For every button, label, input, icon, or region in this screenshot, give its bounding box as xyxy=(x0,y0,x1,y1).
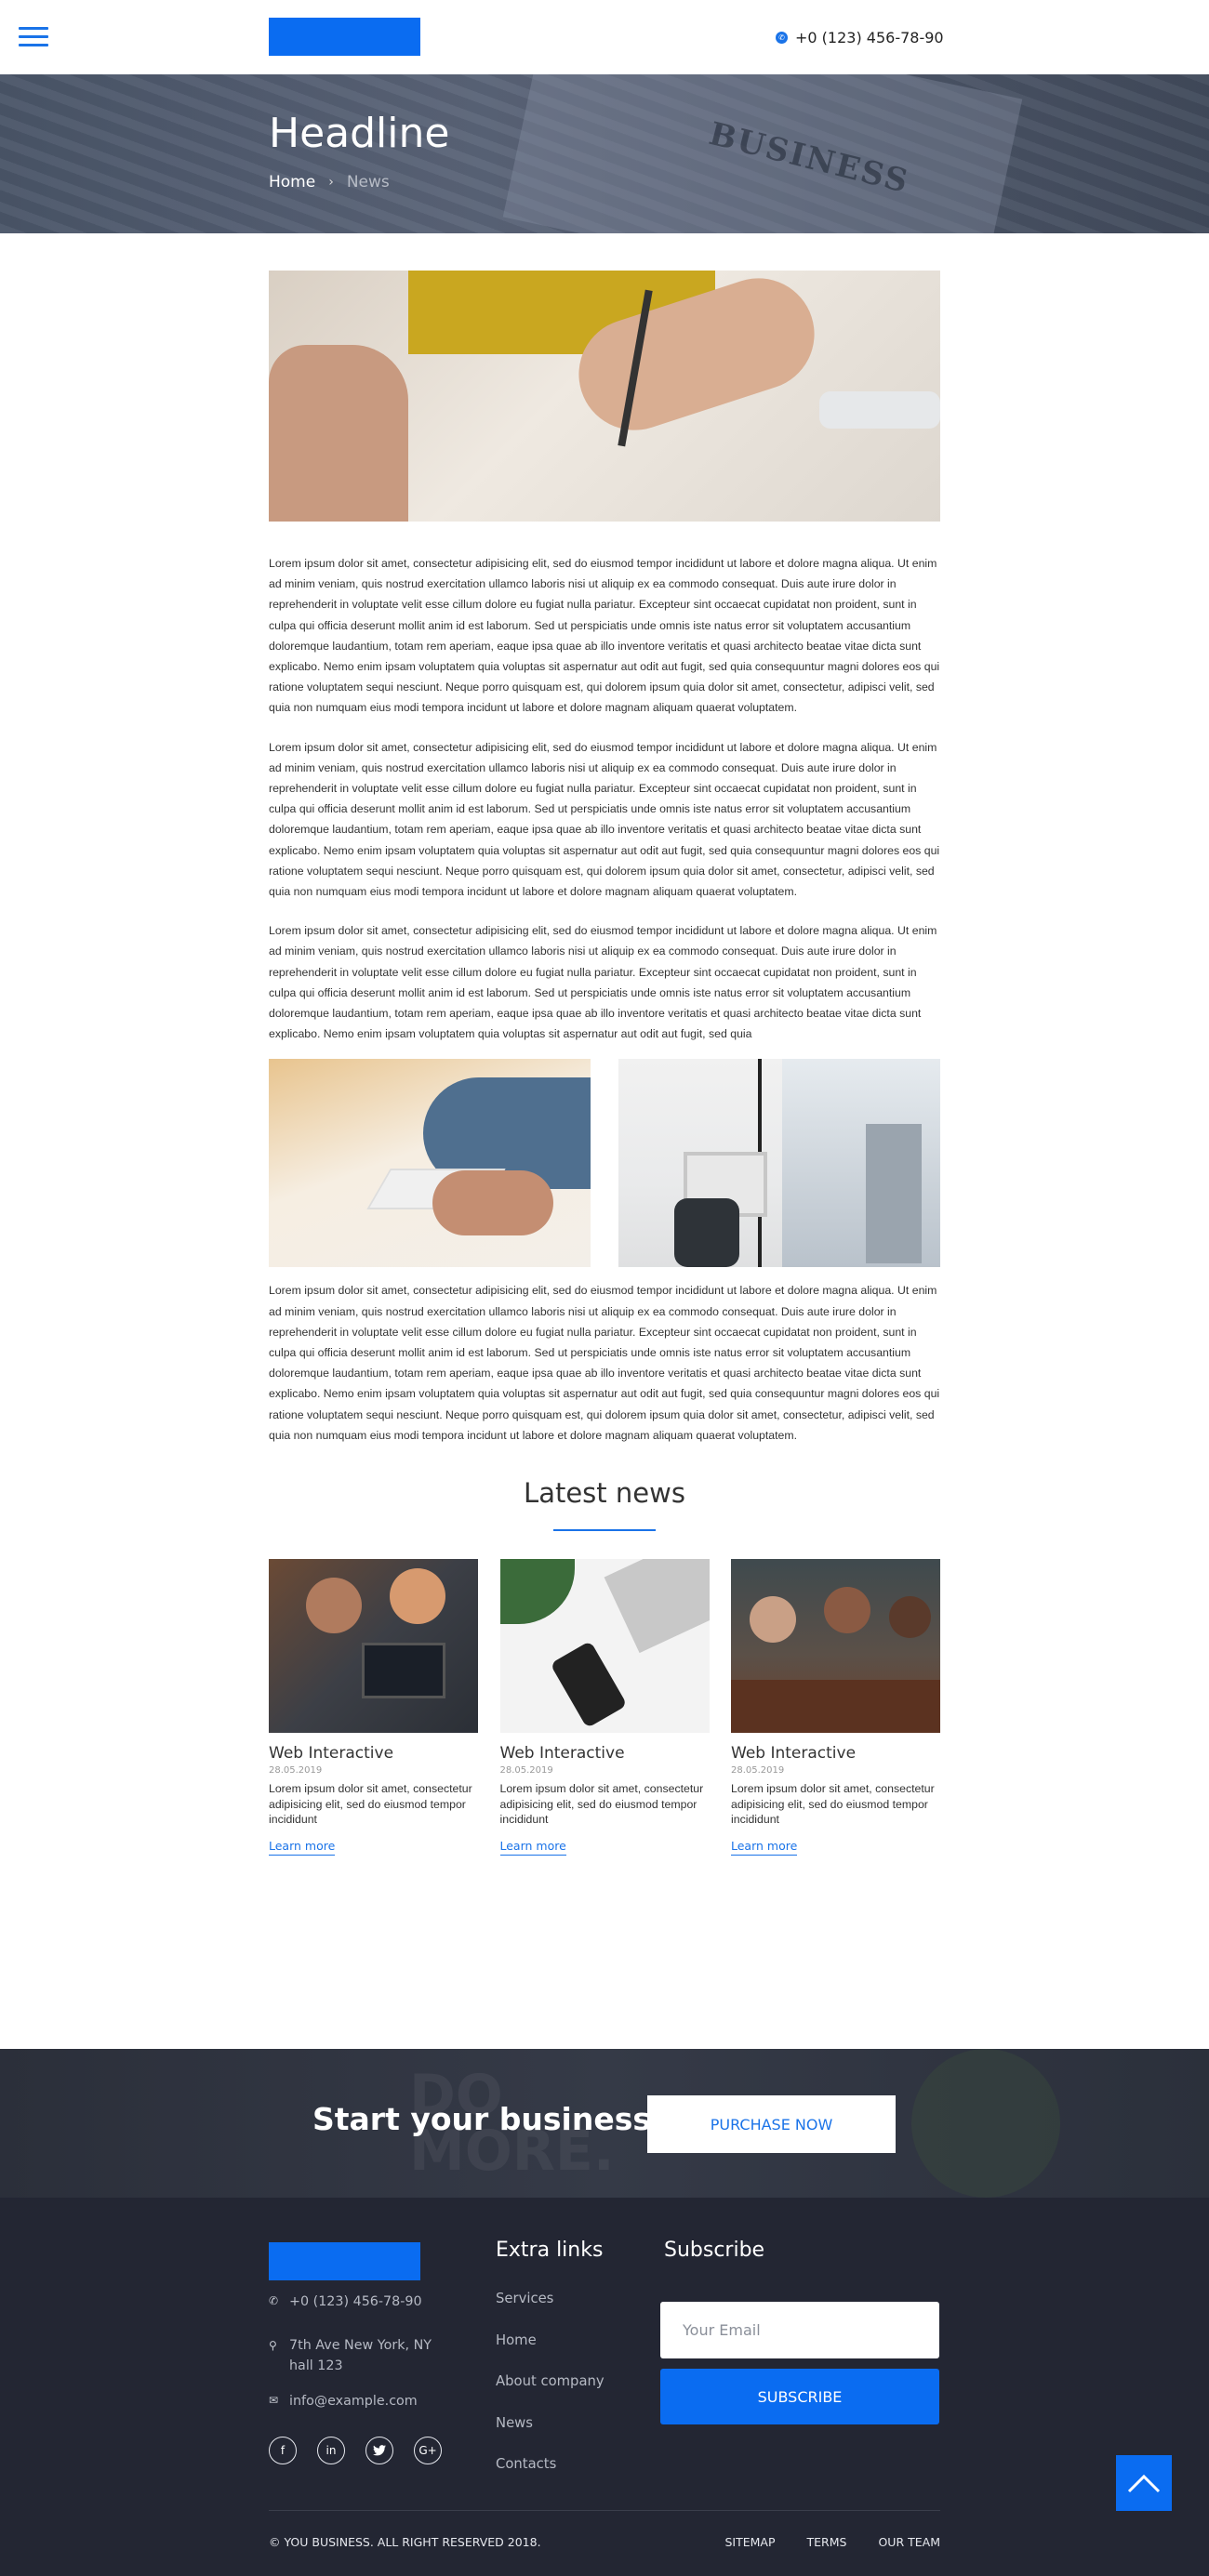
news-image[interactable] xyxy=(731,1559,940,1734)
top-bar: ✆ +0 (123) 456-78-90 xyxy=(0,0,1209,74)
news-date: 28.05.2019 xyxy=(499,1765,553,1777)
article-image-pair xyxy=(269,1059,940,1268)
footer-link-our-team[interactable]: OUR TEAM xyxy=(878,2535,940,2549)
social-links: f in G+ xyxy=(269,2437,442,2464)
menu-icon[interactable] xyxy=(19,27,48,47)
news-image[interactable] xyxy=(269,1559,478,1734)
title-underline xyxy=(553,1529,656,1532)
article-paragraph: Lorem ipsum dolor sit amet, consectetur … xyxy=(269,557,940,715)
page-hero: BUSINESS Headline Home › News xyxy=(0,74,1209,233)
article-image-keyboard xyxy=(269,1059,591,1268)
latest-news-title: Latest news xyxy=(524,1477,685,1510)
footer-link-home[interactable]: Home xyxy=(496,2332,604,2374)
scroll-to-top-button[interactable] xyxy=(1116,2455,1172,2511)
breadcrumb: Home › News xyxy=(269,173,390,192)
news-date: 28.05.2019 xyxy=(269,1765,323,1777)
learn-more-link[interactable]: Learn more xyxy=(269,1839,336,1856)
phone-icon: ✆ xyxy=(269,2294,279,2307)
learn-more-link[interactable]: Learn more xyxy=(499,1839,566,1856)
logo[interactable] xyxy=(269,18,420,56)
footer-link-contacts[interactable]: Contacts xyxy=(496,2456,604,2498)
map-pin-icon: ⚲ xyxy=(269,2339,277,2352)
footer-email-text: info@example.com xyxy=(289,2394,418,2409)
article-paragraph: Lorem ipsum dolor sit amet, consectetur … xyxy=(269,1284,940,1442)
news-card: Web Interactive 28.05.2019 Lorem ipsum d… xyxy=(499,1559,710,1856)
footer-link-sitemap[interactable]: SITEMAP xyxy=(724,2535,775,2549)
news-card: Web Interactive 28.05.2019 Lorem ipsum d… xyxy=(269,1559,478,1856)
extra-links-title: Extra links xyxy=(496,2239,604,2262)
footer-link-services[interactable]: Services xyxy=(496,2291,604,2332)
linkedin-icon[interactable]: in xyxy=(317,2437,345,2464)
footer-address-text: 7th Ave New York, NY hall 123 xyxy=(289,2338,432,2373)
news-date: 28.05.2019 xyxy=(731,1765,785,1777)
purchase-now-button[interactable]: PURCHASE NOW xyxy=(647,2095,896,2153)
news-title[interactable]: Web Interactive xyxy=(731,1744,940,1763)
header-phone[interactable]: ✆ +0 (123) 456-78-90 xyxy=(776,27,944,47)
footer-email[interactable]: ✉ info@example.com xyxy=(269,2394,418,2409)
footer-link-news[interactable]: News xyxy=(496,2415,604,2457)
breadcrumb-home[interactable]: Home xyxy=(269,173,315,192)
chevron-up-icon xyxy=(1127,2474,1161,2493)
article-image-office xyxy=(618,1059,940,1268)
footer-link-terms[interactable]: TERMS xyxy=(807,2535,847,2549)
cta-title: Start your business xyxy=(312,2101,652,2137)
footer-logo[interactable] xyxy=(269,2242,420,2280)
article-main-image xyxy=(269,271,940,522)
news-title[interactable]: Web Interactive xyxy=(269,1744,478,1763)
article-paragraph: Lorem ipsum dolor sit amet, consectetur … xyxy=(269,924,937,1041)
news-image[interactable] xyxy=(499,1559,710,1734)
facebook-icon[interactable]: f xyxy=(269,2437,297,2464)
footer-divider xyxy=(269,2510,940,2511)
subscribe-button[interactable]: SUBSCRIBE xyxy=(660,2369,939,2424)
news-excerpt: Lorem ipsum dolor sit amet, consectetur … xyxy=(499,1782,704,1827)
extra-links-list: Services Home About company News Contact… xyxy=(496,2291,604,2498)
footer-phone[interactable]: ✆ +0 (123) 456-78-90 xyxy=(269,2294,422,2309)
footer-address: ⚲ 7th Ave New York, NY hall 123 xyxy=(269,2335,447,2376)
phone-icon: ✆ xyxy=(776,31,788,44)
header-phone-number: +0 (123) 456-78-90 xyxy=(795,28,944,46)
news-excerpt: Lorem ipsum dolor sit amet, consectetur … xyxy=(269,1782,472,1827)
learn-more-link[interactable]: Learn more xyxy=(731,1839,798,1856)
cta-background-plant xyxy=(911,2049,1060,2198)
subscribe-email-input[interactable] xyxy=(660,2302,939,2358)
footer: ✆ +0 (123) 456-78-90 ⚲ 7th Ave New York,… xyxy=(0,2198,1209,2576)
footer-link-about[interactable]: About company xyxy=(496,2373,604,2415)
article-paragraph: Lorem ipsum dolor sit amet, consectetur … xyxy=(269,740,940,899)
twitter-icon[interactable] xyxy=(365,2437,393,2464)
footer-bottom-links: SITEMAP TERMS OUR TEAM xyxy=(724,2535,940,2549)
news-card: Web Interactive 28.05.2019 Lorem ipsum d… xyxy=(731,1559,940,1856)
breadcrumb-current: News xyxy=(346,173,390,192)
chevron-right-icon: › xyxy=(328,175,334,190)
footer-phone-number: +0 (123) 456-78-90 xyxy=(289,2294,422,2309)
page-title: Headline xyxy=(269,110,450,157)
google-plus-icon[interactable]: G+ xyxy=(414,2437,442,2464)
copyright: © YOU BUSINESS. ALL RIGHT RESERVED 2018. xyxy=(269,2535,541,2549)
article: Lorem ipsum dolor sit amet, consectetur … xyxy=(269,271,940,1856)
subscribe-title: Subscribe xyxy=(664,2239,765,2262)
cta-band: DO MORE. Start your business PURCHASE NOW xyxy=(0,2049,1209,2198)
news-grid: Web Interactive 28.05.2019 Lorem ipsum d… xyxy=(269,1559,940,1856)
mail-icon: ✉ xyxy=(269,2394,279,2407)
news-excerpt: Lorem ipsum dolor sit amet, consectetur … xyxy=(731,1782,935,1827)
news-title[interactable]: Web Interactive xyxy=(500,1744,710,1763)
